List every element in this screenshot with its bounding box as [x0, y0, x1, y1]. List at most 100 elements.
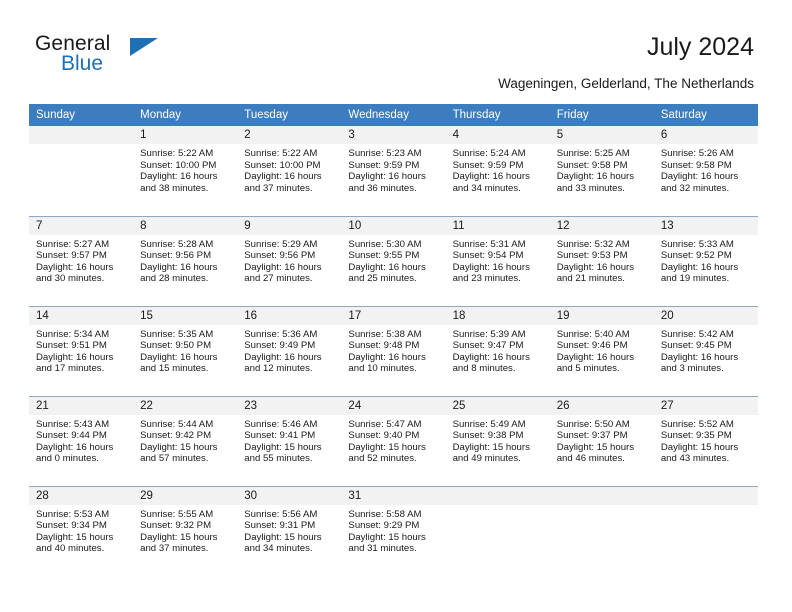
- calendar-day-cell[interactable]: 11 Sunrise: 5:31 AM Sunset: 9:54 PM Dayligh…: [445, 215, 550, 306]
- calendar-day-cell[interactable]: 3 Sunrise: 5:23 AM Sunset: 9:59 PM Daylight…: [341, 126, 446, 216]
- calendar-day-cell[interactable]: 18 Sunrise: 5:39 AM Sunset: 9:47 PM Dayligh…: [445, 305, 550, 396]
- daylight-duration-line2: and 33 minutes.: [556, 182, 625, 194]
- daylight-duration-line2: and 10 minutes.: [348, 363, 417, 375]
- page-title: July 2024: [646, 33, 754, 61]
- sunset-time: Sunset: 10:00 PM: [244, 159, 321, 171]
- calendar-day-cell[interactable]: 23 Sunrise: 5:46 AM Sunset: 9:41 PM Dayligh…: [237, 395, 342, 486]
- daylight-duration-line1: Daylight: 16 hours: [556, 171, 635, 183]
- day-number: 1: [133, 126, 238, 144]
- calendar-day-cell[interactable]: 19 Sunrise: 5:40 AM Sunset: 9:46 PM Dayligh…: [549, 305, 654, 396]
- sunset-time: Sunset: 9:56 PM: [244, 250, 316, 262]
- calendar-day-cell[interactable]: 1 Sunrise: 5:22 AM Sunset: 10:00 PM Dayligh…: [133, 126, 238, 216]
- day-details: Sunrise: 5:50 AM Sunset: 9:37 PM Daylight:…: [550, 415, 654, 465]
- day-details: Sunrise: 5:38 AM Sunset: 9:48 PM Daylight:…: [341, 325, 445, 375]
- daylight-duration-line1: Daylight: 16 hours: [140, 261, 218, 273]
- calendar-day-cell[interactable]: 16 Sunrise: 5:36 AM Sunset: 9:49 PM Dayligh…: [237, 305, 342, 396]
- daylight-duration-line1: Daylight: 16 hours: [244, 351, 322, 363]
- calendar-day-cell[interactable]: 7 Sunrise: 5:27 AM Sunset: 9:57 PM Daylight…: [29, 215, 134, 306]
- daylight-duration-line2: and 8 minutes.: [452, 363, 516, 375]
- daylight-duration-line1: Daylight: 16 hours: [556, 261, 635, 273]
- calendar-day-cell[interactable]: 10 Sunrise: 5:30 AM Sunset: 9:55 PM Dayligh…: [341, 215, 446, 306]
- sunset-time: Sunset: 9:46 PM: [556, 340, 628, 352]
- daylight-duration-line2: and 27 minutes.: [244, 273, 313, 285]
- calendar-day-cell[interactable]: 12 Sunrise: 5:32 AM Sunset: 9:53 PM Dayligh…: [549, 215, 654, 306]
- sunrise-time: Sunrise: 5:47 AM: [348, 418, 422, 430]
- day-details: Sunrise: 5:29 AM Sunset: 9:56 PM Daylight:…: [237, 235, 341, 285]
- calendar-day-cell[interactable]: 22 Sunrise: 5:44 AM Sunset: 9:42 PM Dayligh…: [133, 395, 238, 486]
- sunset-time: Sunset: 9:58 PM: [660, 159, 732, 171]
- calendar-day-cell[interactable]: 15 Sunrise: 5:35 AM Sunset: 9:50 PM Dayligh…: [133, 305, 238, 396]
- daylight-duration-line1: Daylight: 16 hours: [556, 351, 635, 363]
- calendar-day-cell[interactable]: 29 Sunrise: 5:55 AM Sunset: 9:32 PM Dayligh…: [133, 485, 238, 576]
- sunrise-time: Sunrise: 5:35 AM: [140, 328, 214, 340]
- day-details: Sunrise: 5:22 AM Sunset: 10:00 PM Daylight…: [133, 144, 237, 194]
- calendar-day-cell[interactable]: 31 Sunrise: 5:58 AM Sunset: 9:29 PM Dayligh…: [341, 485, 446, 576]
- day-details: Sunrise: 5:31 AM Sunset: 9:54 PM Daylight:…: [446, 235, 550, 285]
- sunrise-time: Sunrise: 5:32 AM: [556, 238, 630, 250]
- day-number: 27: [653, 396, 758, 415]
- calendar-day-cell[interactable]: 5 Sunrise: 5:25 AM Sunset: 9:58 PM Daylight…: [549, 126, 654, 216]
- calendar-day-cell[interactable]: 27 Sunrise: 5:52 AM Sunset: 9:35 PM Dayligh…: [653, 395, 758, 486]
- day-details: Sunrise: 5:40 AM Sunset: 9:46 PM Daylight:…: [550, 325, 654, 375]
- daylight-duration-line1: Daylight: 16 hours: [244, 261, 322, 273]
- day-details: Sunrise: 5:34 AM Sunset: 9:51 PM Daylight:…: [29, 325, 133, 375]
- sunrise-time: Sunrise: 5:27 AM: [36, 238, 110, 250]
- sunrise-time: Sunrise: 5:52 AM: [660, 418, 734, 430]
- calendar-page: General Blue July 2024 Wageningen, Gelde…: [0, 0, 792, 612]
- day-number: 31: [341, 486, 446, 505]
- day-number: [29, 126, 134, 144]
- calendar-week-row: 21 Sunrise: 5:43 AM Sunset: 9:44 PM Dayligh…: [29, 395, 758, 486]
- calendar-day-cell[interactable]: 28 Sunrise: 5:53 AM Sunset: 9:34 PM Dayligh…: [29, 485, 134, 576]
- sunrise-time: Sunrise: 5:42 AM: [660, 328, 734, 340]
- day-number: 5: [549, 126, 654, 144]
- calendar-day-cell[interactable]: 2 Sunrise: 5:22 AM Sunset: 10:00 PM Dayligh…: [237, 126, 342, 216]
- calendar-day-cell-empty: [445, 485, 550, 576]
- day-number: 12: [549, 216, 654, 235]
- daylight-duration-line2: and 0 minutes.: [36, 453, 99, 465]
- page-subtitle: Wageningen, Gelderland, The Netherlands: [498, 76, 754, 91]
- sunrise-time: Sunrise: 5:50 AM: [556, 418, 630, 430]
- sunset-time: Sunset: 9:48 PM: [348, 340, 420, 352]
- calendar-day-cell[interactable]: 20 Sunrise: 5:42 AM Sunset: 9:45 PM Dayligh…: [653, 305, 758, 396]
- daylight-duration-line2: and 55 minutes.: [244, 453, 313, 465]
- day-number: 29: [133, 486, 238, 505]
- daylight-duration-line2: and 38 minutes.: [140, 182, 209, 194]
- calendar-body: 1 Sunrise: 5:22 AM Sunset: 10:00 PM Dayligh…: [29, 126, 758, 576]
- sunrise-time: Sunrise: 5:30 AM: [348, 238, 422, 250]
- daylight-duration-line1: Daylight: 16 hours: [244, 171, 322, 183]
- sunrise-time: Sunrise: 5:53 AM: [36, 508, 110, 520]
- calendar-day-cell[interactable]: 6 Sunrise: 5:26 AM Sunset: 9:58 PM Daylight…: [653, 126, 758, 216]
- day-details: Sunrise: 5:58 AM Sunset: 9:29 PM Daylight:…: [341, 505, 445, 555]
- calendar-day-cell[interactable]: 4 Sunrise: 5:24 AM Sunset: 9:59 PM Daylight…: [445, 126, 550, 216]
- sunset-time: Sunset: 9:38 PM: [452, 430, 524, 442]
- day-number: 28: [29, 486, 134, 505]
- calendar-day-cell[interactable]: 26 Sunrise: 5:50 AM Sunset: 9:37 PM Dayligh…: [549, 395, 654, 486]
- calendar-day-cell[interactable]: 25 Sunrise: 5:49 AM Sunset: 9:38 PM Dayligh…: [445, 395, 550, 486]
- day-number: 19: [549, 306, 654, 325]
- daylight-duration-line1: Daylight: 16 hours: [660, 171, 739, 183]
- day-details: Sunrise: 5:24 AM Sunset: 9:59 PM Daylight:…: [446, 144, 550, 194]
- day-details: Sunrise: 5:33 AM Sunset: 9:52 PM Daylight:…: [654, 235, 758, 285]
- day-details: Sunrise: 5:25 AM Sunset: 9:58 PM Daylight:…: [550, 144, 654, 194]
- calendar-day-cell[interactable]: 24 Sunrise: 5:47 AM Sunset: 9:40 PM Dayligh…: [341, 395, 446, 486]
- calendar-day-cell[interactable]: 14 Sunrise: 5:34 AM Sunset: 9:51 PM Dayligh…: [29, 305, 134, 396]
- calendar-day-cell[interactable]: 8 Sunrise: 5:28 AM Sunset: 9:56 PM Daylight…: [133, 215, 238, 306]
- sunset-time: Sunset: 9:32 PM: [140, 520, 212, 532]
- sunset-time: Sunset: 9:50 PM: [140, 340, 212, 352]
- sunset-time: Sunset: 9:57 PM: [36, 250, 107, 262]
- day-number: [549, 486, 654, 505]
- weekday-header-row: Sunday Monday Tuesday Wednesday Thursday…: [29, 104, 758, 126]
- daylight-duration-line2: and 19 minutes.: [660, 273, 730, 285]
- daylight-duration-line2: and 32 minutes.: [660, 182, 730, 194]
- calendar-day-cell[interactable]: 17 Sunrise: 5:38 AM Sunset: 9:48 PM Dayligh…: [341, 305, 446, 396]
- calendar-day-cell[interactable]: 30 Sunrise: 5:56 AM Sunset: 9:31 PM Dayligh…: [237, 485, 342, 576]
- calendar-day-cell[interactable]: 9 Sunrise: 5:29 AM Sunset: 9:56 PM Daylight…: [237, 215, 342, 306]
- daylight-duration-line1: Daylight: 16 hours: [140, 351, 218, 363]
- day-details: Sunrise: 5:27 AM Sunset: 9:57 PM Daylight:…: [29, 235, 133, 285]
- calendar-day-cell[interactable]: 21 Sunrise: 5:43 AM Sunset: 9:44 PM Dayligh…: [29, 395, 134, 486]
- day-details: Sunrise: 5:26 AM Sunset: 9:58 PM Daylight:…: [654, 144, 758, 194]
- calendar-day-cell[interactable]: 13 Sunrise: 5:33 AM Sunset: 9:52 PM Dayligh…: [653, 215, 758, 306]
- daylight-duration-line2: and 43 minutes.: [660, 453, 730, 465]
- sunrise-time: Sunrise: 5:44 AM: [140, 418, 214, 430]
- sunset-time: Sunset: 9:52 PM: [660, 250, 732, 262]
